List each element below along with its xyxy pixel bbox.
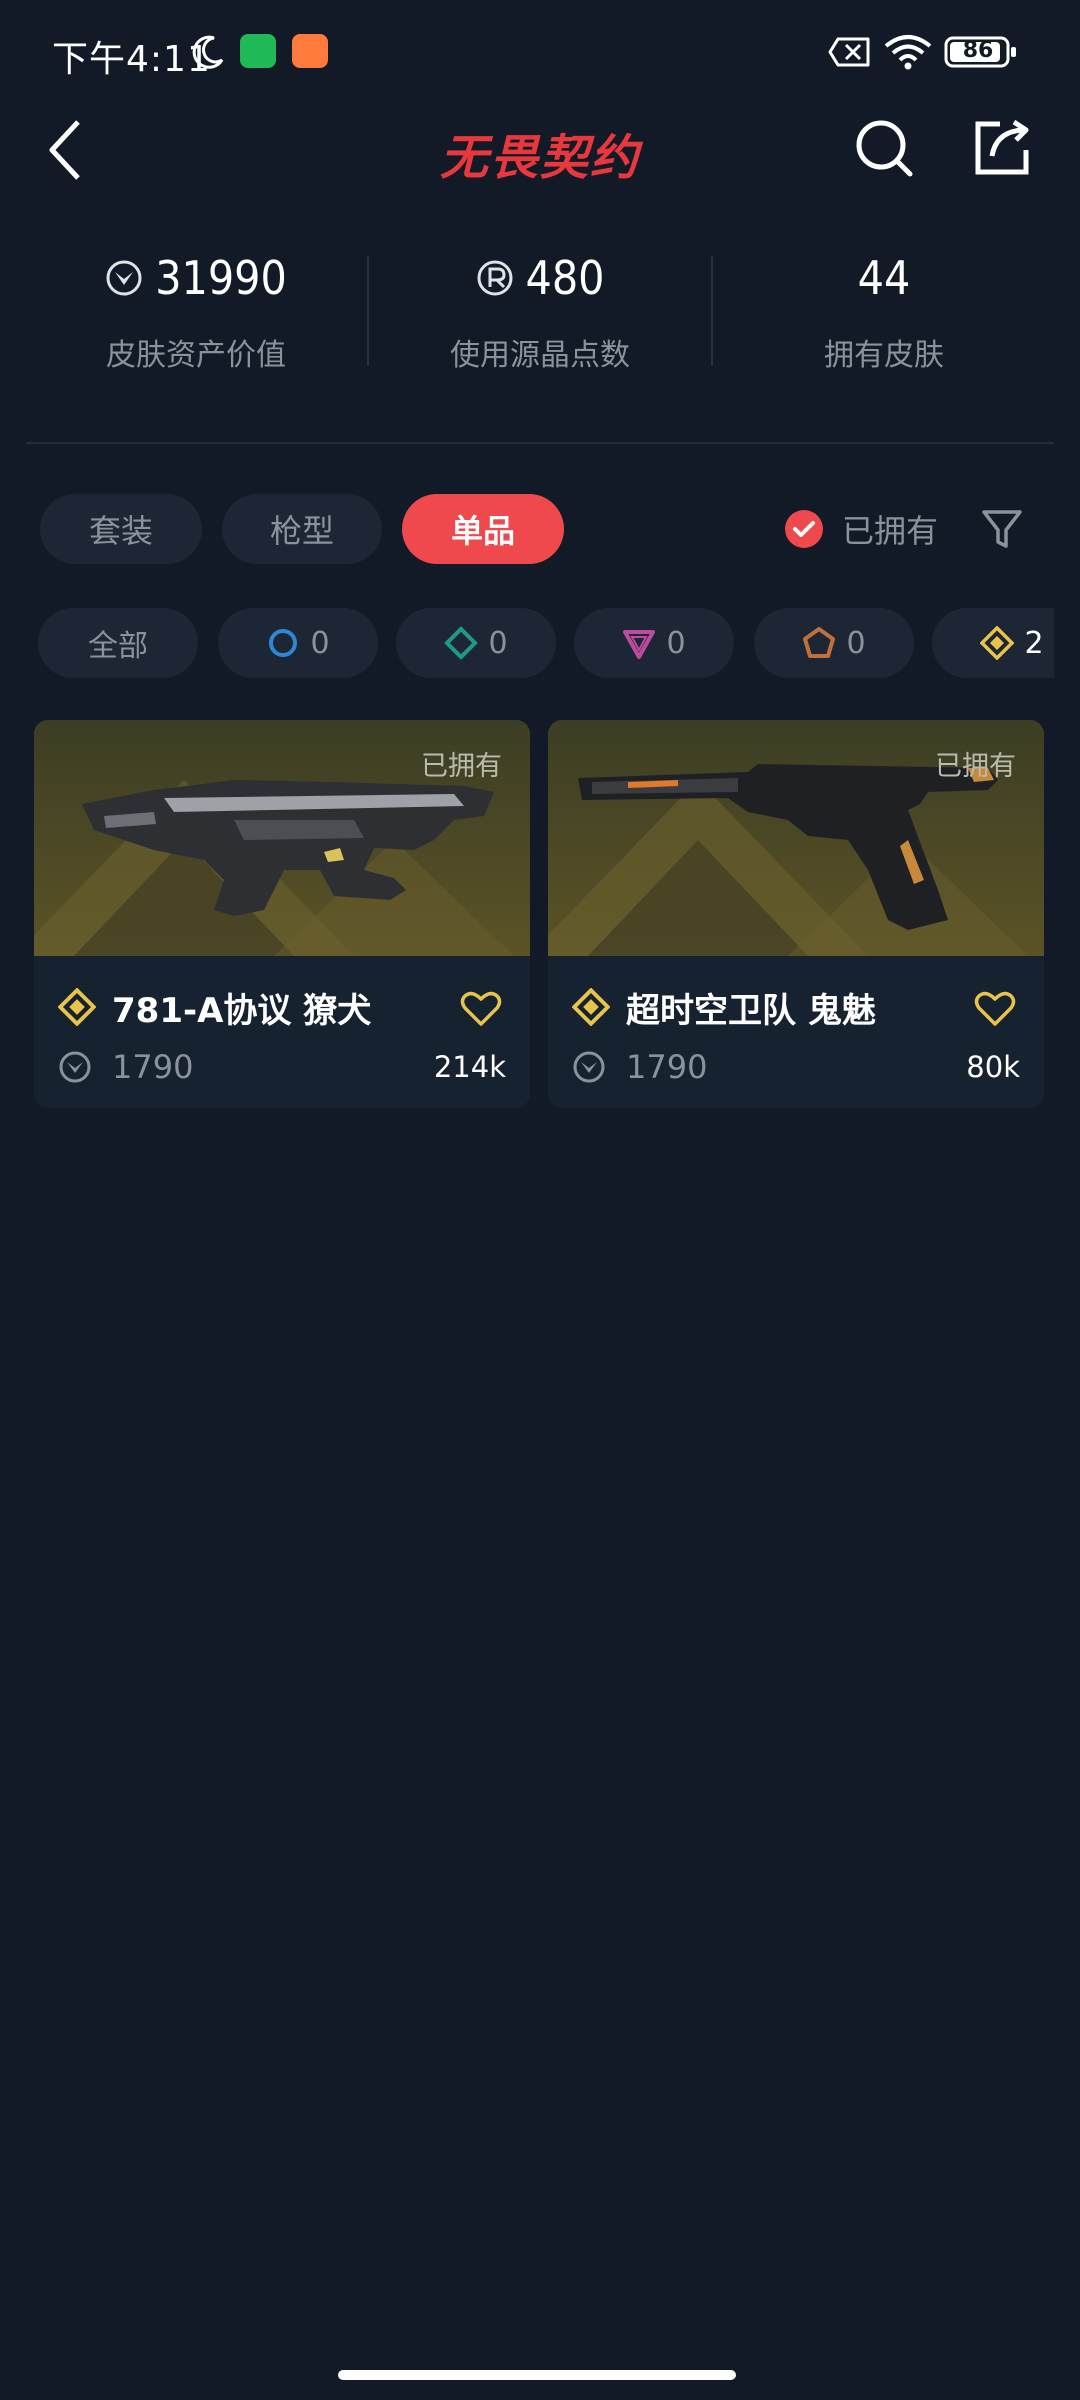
filter-icon[interactable] bbox=[980, 506, 1024, 552]
skin-card[interactable]: 已拥有 781-A协议 獠犬 1790 214k bbox=[34, 720, 530, 1108]
skin-price: 1790 bbox=[112, 1048, 194, 1086]
vp-currency-icon bbox=[573, 1051, 605, 1083]
premium-tier-icon bbox=[623, 630, 656, 659]
stat-value: 31990 bbox=[155, 251, 287, 305]
app-header: 无畏契约 bbox=[0, 100, 1080, 200]
stat-skin-value: 31990 皮肤资产价值 bbox=[26, 240, 366, 390]
tab-single-items[interactable]: 单品 bbox=[402, 494, 564, 564]
stat-label: 皮肤资产价值 bbox=[106, 338, 286, 373]
owned-badge: 已拥有 bbox=[935, 751, 1016, 782]
stat-label: 拥有皮肤 bbox=[824, 338, 944, 373]
divider bbox=[367, 256, 369, 366]
owned-filter-label: 已拥有 bbox=[842, 512, 939, 550]
stat-owned-skins: 44 拥有皮肤 bbox=[714, 240, 1054, 390]
radianite-icon bbox=[477, 260, 512, 296]
share-icon[interactable] bbox=[970, 116, 1034, 180]
chip-count: 0 bbox=[488, 625, 508, 661]
like-count: 80k bbox=[966, 1050, 1020, 1084]
wifi-icon bbox=[884, 35, 932, 70]
skin-image: 已拥有 bbox=[548, 720, 1044, 956]
ultra-tier-icon bbox=[58, 988, 96, 1026]
heart-icon[interactable] bbox=[460, 988, 502, 1028]
section-divider bbox=[26, 442, 1054, 444]
chip-count: 2 bbox=[1024, 625, 1044, 661]
tab-weapon-type[interactable]: 枪型 bbox=[222, 494, 382, 564]
category-tabs: 套装 枪型 单品 已拥有 bbox=[0, 494, 1080, 566]
chip-exclusive-tier[interactable]: 0 bbox=[754, 608, 914, 678]
chip-count: 0 bbox=[846, 625, 866, 661]
app-notification-icon bbox=[292, 34, 328, 68]
ultra-tier-icon bbox=[572, 988, 610, 1026]
search-icon[interactable] bbox=[852, 116, 916, 180]
no-sim-icon bbox=[828, 37, 870, 67]
stat-value: 44 bbox=[857, 251, 911, 305]
vp-currency-icon bbox=[59, 1051, 91, 1083]
stat-value: 480 bbox=[525, 251, 605, 305]
chip-label: 全部 bbox=[88, 629, 148, 664]
skin-price: 1790 bbox=[626, 1048, 708, 1086]
wechat-icon bbox=[240, 34, 276, 68]
ultra-tier-icon bbox=[980, 626, 1015, 660]
owned-filter-toggle[interactable]: 已拥有 bbox=[784, 504, 938, 554]
chip-ultra-tier[interactable]: 2 bbox=[932, 608, 1054, 678]
stat-label: 使用源晶点数 bbox=[450, 338, 630, 373]
battery-level: 86 bbox=[962, 38, 994, 63]
chip-deluxe-tier[interactable]: 0 bbox=[396, 608, 556, 678]
rarity-filter-chips: 全部 0 0 0 0 2 bbox=[0, 608, 1054, 678]
heart-icon[interactable] bbox=[974, 988, 1016, 1028]
skin-card[interactable]: 已拥有 超时空卫队 鬼魅 1790 80k bbox=[548, 720, 1044, 1108]
divider bbox=[711, 256, 713, 366]
status-bar: 下午4:11 86 bbox=[0, 0, 1080, 100]
vp-currency-icon bbox=[106, 260, 142, 296]
chip-all[interactable]: 全部 bbox=[38, 608, 198, 678]
skin-name: 超时空卫队 鬼魅 bbox=[626, 990, 876, 1031]
chip-count: 0 bbox=[666, 625, 686, 661]
chip-select-tier[interactable]: 0 bbox=[218, 608, 378, 678]
deluxe-tier-icon bbox=[444, 626, 479, 660]
stat-radianite-points: 480 使用源晶点数 bbox=[370, 240, 710, 390]
chip-count: 0 bbox=[310, 625, 330, 661]
tab-bundles[interactable]: 套装 bbox=[40, 494, 202, 564]
skin-image: 已拥有 bbox=[34, 720, 530, 956]
app-logo: 无畏契约 bbox=[439, 130, 640, 186]
owned-badge: 已拥有 bbox=[421, 751, 502, 782]
skin-name: 781-A协议 獠犬 bbox=[112, 990, 372, 1031]
like-count: 214k bbox=[433, 1050, 506, 1084]
select-tier-icon bbox=[269, 629, 298, 657]
moon-icon bbox=[192, 35, 224, 69]
checkbox-checked-icon bbox=[785, 510, 823, 548]
exclusive-tier-icon bbox=[803, 627, 836, 658]
chip-premium-tier[interactable]: 0 bbox=[574, 608, 734, 678]
stats-panel: 31990 皮肤资产价值 480 使用源晶点数 44 拥有皮肤 bbox=[0, 240, 1080, 390]
home-indicator[interactable] bbox=[338, 2370, 736, 2380]
